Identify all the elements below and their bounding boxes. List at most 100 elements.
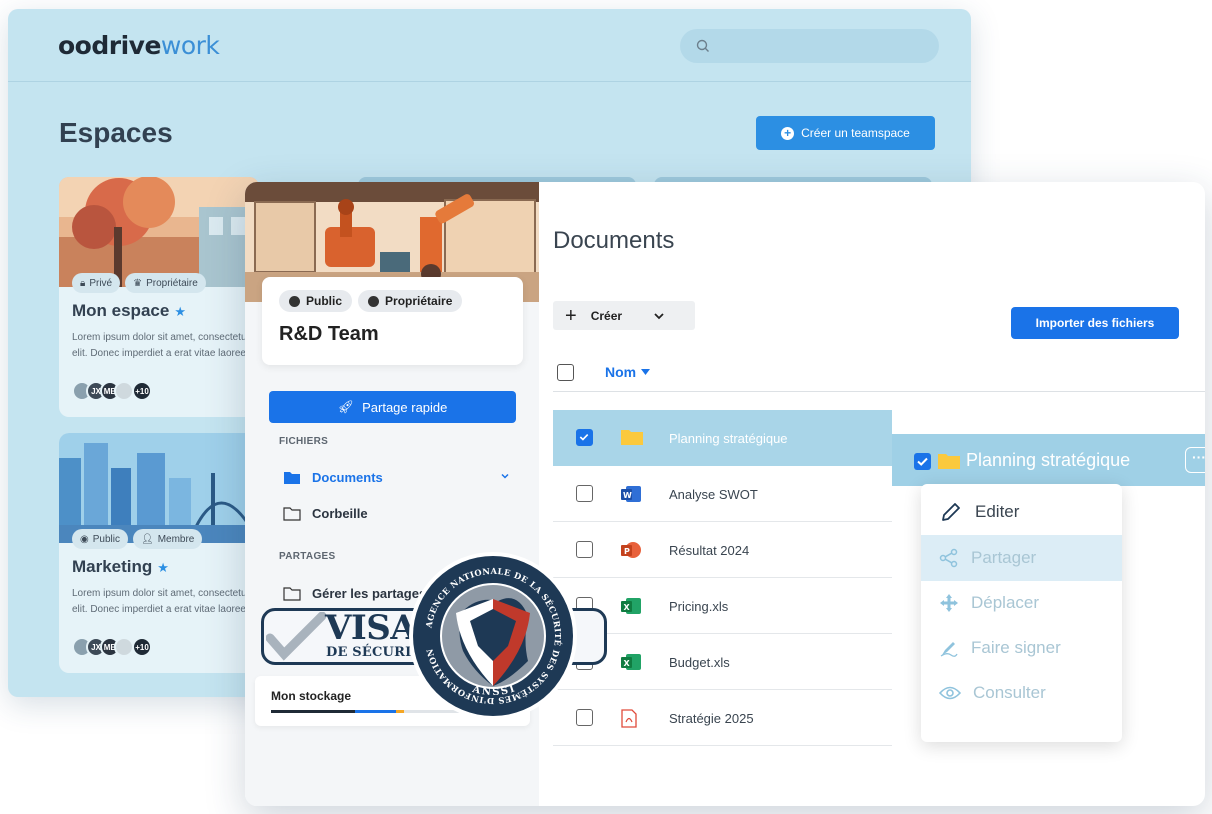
excel-file-icon: X	[621, 653, 641, 676]
menu-item-label: Editer	[975, 502, 1020, 521]
space-tags: ◉ Public 👤︎ Membre	[72, 529, 203, 549]
column-header-name[interactable]: Nom	[605, 364, 651, 380]
documents-title: Documents	[553, 227, 675, 254]
star-icon[interactable]: ★	[174, 304, 186, 319]
svg-text:W: W	[623, 491, 632, 500]
svg-text:X: X	[624, 659, 631, 668]
space-card-marketing[interactable]: ◉ Public 👤︎ Membre Marketing ★ Lorem ipsum …	[59, 433, 259, 673]
avatar	[114, 381, 134, 401]
chevron-down-icon	[654, 312, 664, 319]
plus-circle-icon: +	[781, 126, 795, 140]
sidebar-item-documents[interactable]: Documents	[283, 466, 383, 488]
create-teamspace-button[interactable]: + Créer un teamspace	[756, 116, 935, 150]
file-row[interactable]: Planning stratégique	[553, 410, 892, 466]
sidebar-item-trash[interactable]: Corbeille	[283, 502, 368, 524]
user-icon: 👤︎	[140, 533, 154, 545]
more-options-icon[interactable]: ···	[1185, 447, 1205, 473]
space-banner-image	[59, 177, 259, 287]
file-name: Résultat 2024	[669, 543, 750, 558]
pencil-icon	[939, 500, 963, 524]
menu-item-partager[interactable]: Partager	[921, 535, 1122, 581]
share-icon	[939, 548, 959, 568]
folder-outline-icon	[283, 586, 301, 601]
menu-item-editer[interactable]: Editer	[921, 489, 1122, 535]
eye-icon: ◉	[80, 533, 89, 545]
menu-item-label: Faire signer	[971, 638, 1061, 657]
file-name: Planning stratégique	[669, 431, 788, 446]
header-divider	[553, 391, 1205, 392]
plus-icon: +	[565, 304, 577, 327]
chevron-down-icon[interactable]	[499, 470, 511, 482]
select-all-checkbox[interactable]	[557, 364, 574, 381]
lock-icon: 🔒︎	[80, 277, 86, 289]
tag-member: 👤︎ Membre	[132, 529, 203, 549]
excel-file-icon: X	[621, 597, 641, 620]
folder-icon	[621, 429, 643, 450]
app-logo[interactable]: oodrivework	[58, 31, 220, 60]
section-shares: PARTAGES	[279, 551, 336, 562]
storage-label: Mon stockage	[271, 689, 352, 703]
tag-owner: ♛ Propriétaire	[125, 273, 206, 293]
menu-item-label: Déplacer	[971, 593, 1040, 612]
team-info-card: Public Propriétaire R&D Team	[262, 277, 523, 365]
member-avatars[interactable]: JX MB +10	[72, 637, 152, 657]
pdf-file-icon	[621, 709, 637, 733]
dragged-file-row[interactable]: Planning stratégique ···	[892, 434, 1205, 486]
file-name: Planning stratégique	[966, 450, 1131, 470]
checkbox-checked[interactable]	[576, 429, 593, 446]
file-row[interactable]: P Résultat 2024	[553, 522, 892, 578]
quick-share-button[interactable]: 🚀︎ Partage rapide	[269, 391, 516, 423]
file-row[interactable]: W Analyse SWOT	[553, 466, 892, 522]
folder-icon	[284, 471, 300, 484]
avatar	[114, 637, 134, 657]
checkmark-icon	[266, 612, 327, 661]
menu-item-d-placer[interactable]: Déplacer	[921, 580, 1122, 626]
import-files-button[interactable]: Importer des fichiers	[1011, 307, 1179, 339]
check-icon	[579, 433, 589, 441]
member-avatars[interactable]: JX MB +10	[72, 381, 152, 401]
space-banner-image	[59, 433, 259, 543]
info-dot-icon	[368, 295, 380, 307]
move-icon	[939, 593, 959, 613]
search-input[interactable]	[680, 29, 939, 63]
space-card-mon-espace[interactable]: 🔒︎ Privé ♛ Propriétaire Mon espace ★ Lorem …	[59, 177, 259, 417]
folder-icon	[938, 454, 960, 469]
rocket-icon: 🚀︎	[337, 399, 355, 414]
avatar-overflow-count: +10	[132, 381, 152, 401]
team-name: R&D Team	[279, 323, 379, 345]
space-name: Marketing ★	[72, 557, 169, 576]
checkbox[interactable]	[576, 541, 593, 558]
search-icon	[696, 39, 709, 52]
star-icon[interactable]: ★	[157, 560, 169, 575]
anssi-seal-logo: AGENCE NATIONALE DE LA SÉCURITÉ DES SYST…	[409, 552, 577, 720]
storage-segment	[271, 710, 355, 713]
info-dot-icon	[289, 295, 300, 307]
top-bar: oodrivework	[8, 9, 971, 82]
menu-item-label: Partager	[971, 548, 1037, 567]
sidebar-item-manage-shares[interactable]: Gérer les partages	[283, 582, 426, 604]
svg-text:X: X	[624, 603, 631, 612]
file-name: Pricing.xls	[669, 599, 729, 614]
teamspace-panel: Public Propriétaire R&D Team 🚀︎ Partage …	[245, 182, 1205, 806]
tag-public: ◉ Public	[72, 529, 128, 549]
word-file-icon: W	[621, 485, 641, 508]
sort-down-icon	[641, 369, 651, 375]
menu-item-label: Consulter	[973, 683, 1046, 702]
checkbox-checked[interactable]	[914, 453, 931, 470]
menu-item-faire-signer[interactable]: Faire signer	[921, 625, 1122, 671]
file-row[interactable]: Stratégie 2025	[553, 690, 892, 746]
file-name: Analyse SWOT	[669, 487, 758, 502]
checkbox[interactable]	[576, 485, 593, 502]
team-tags: Public Propriétaire	[279, 290, 463, 312]
eye-icon	[939, 685, 961, 701]
avatar-overflow-count: +10	[132, 637, 152, 657]
context-menu: Editer Partager Déplacer Faire signer Consul…	[921, 484, 1122, 742]
checkbox[interactable]	[576, 709, 593, 726]
section-files: FICHIERS	[279, 436, 329, 447]
crown-icon: ♛	[133, 277, 143, 289]
menu-item-consulter[interactable]: Consulter	[921, 670, 1122, 716]
page-title: Espaces	[59, 117, 173, 148]
signature-icon	[939, 638, 959, 658]
create-dropdown-button[interactable]: + Créer	[553, 301, 695, 330]
file-name: Budget.xls	[669, 655, 730, 670]
